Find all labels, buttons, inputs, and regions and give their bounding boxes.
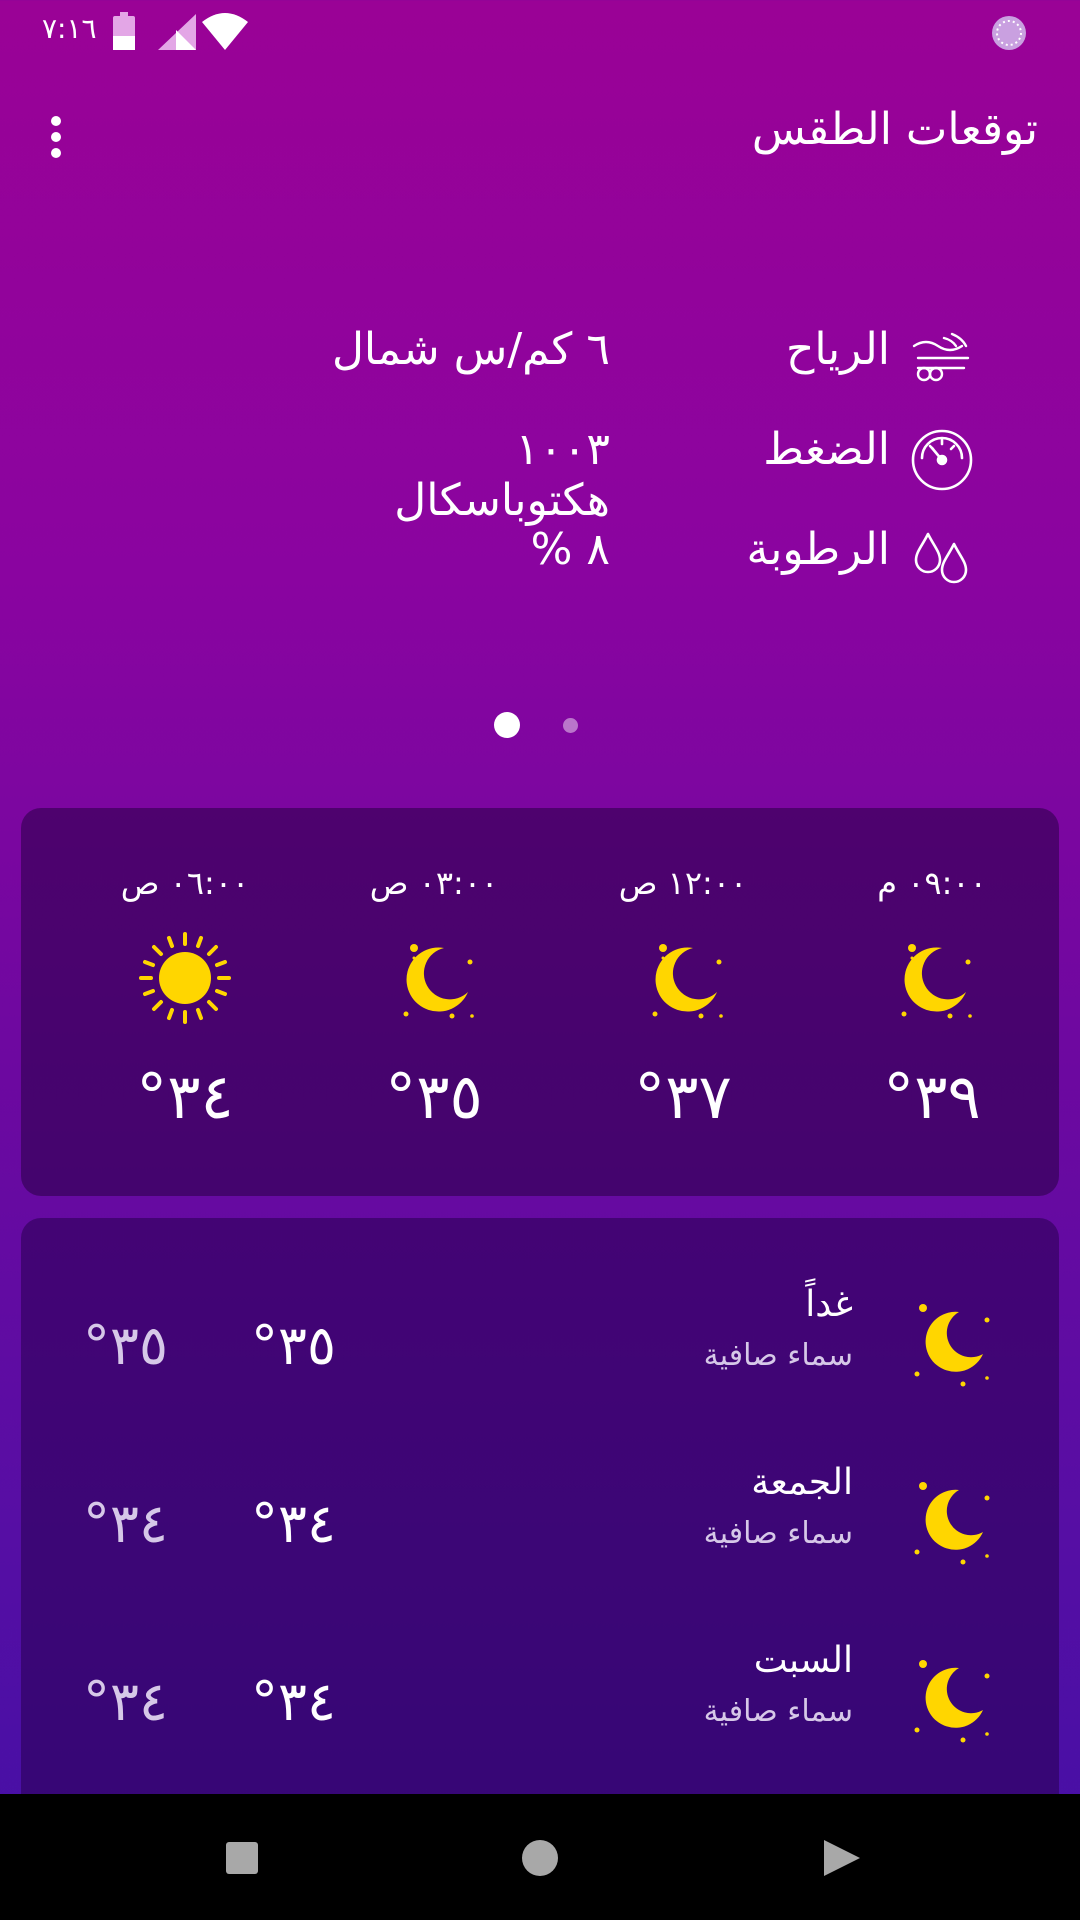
recents-icon[interactable] [222, 1838, 262, 1878]
day-name: الجمعة [751, 1462, 853, 1503]
day-temp-high: ٣٤° [251, 1492, 337, 1555]
detail-row-pressure: الضغط ١٠٠٣ هكتوباسكال [0, 418, 1080, 526]
day-temp-low: ٣٥° [83, 1314, 169, 1377]
hour-time: ٠٣:٠٠ ص [369, 864, 499, 902]
wind-label: الرياح [786, 324, 890, 375]
day-temp-high: ٣٤° [251, 1670, 337, 1733]
hour-temp: ٣٥° [385, 1060, 483, 1133]
hour-temp: ٣٧° [634, 1060, 732, 1133]
hour-temp: ٣٤° [136, 1060, 234, 1133]
moon-icon [914, 1482, 990, 1565]
day-description: سماء صافية [703, 1694, 853, 1729]
humidity-icon [914, 532, 968, 584]
day-temp-low: ٣٤° [83, 1670, 169, 1733]
gauge-icon [911, 429, 973, 491]
day-row-friday[interactable]: الجمعة سماء صافية ٣٤° ٣٤° [21, 1456, 1059, 1606]
hour-column: ٠٦:٠٠ ص ٣٤° [85, 808, 285, 1196]
pressure-label: الضغط [763, 424, 890, 475]
back-icon[interactable] [820, 1836, 864, 1880]
hourly-forecast-card: ٠٦:٠٠ ص ٣٤° ٠٣:٠٠ ص ٣٥° ١٢:٠٠ ص ٣٧° ٠٩:٠… [21, 808, 1059, 1196]
humidity-label: الرطوبة [746, 524, 891, 575]
day-temp-high: ٣٥° [251, 1314, 337, 1377]
hour-column: ١٢:٠٠ ص ٣٧° [583, 808, 783, 1196]
day-name: غداً [805, 1284, 853, 1325]
detail-row-wind: الرياح ٦ كم/س شمال [0, 318, 1080, 398]
moon-icon [901, 944, 972, 1019]
moon-icon [914, 1304, 990, 1387]
battery-icon [113, 12, 135, 50]
day-temp-low: ٣٤° [83, 1492, 169, 1555]
wind-value: ٦ كم/س شمال [331, 324, 610, 375]
moon-icon [652, 944, 723, 1019]
home-icon[interactable] [518, 1836, 562, 1880]
moon-icon [914, 1660, 990, 1743]
moon-icon [403, 944, 474, 1019]
hour-column: ٠٩:٠٠ م ٣٩° [832, 808, 1032, 1196]
hour-time: ٠٦:٠٠ ص [120, 864, 250, 902]
hour-time: ١٢:٠٠ ص [618, 864, 748, 902]
signal-icon [158, 14, 196, 50]
humidity-value: ٨ % [530, 524, 610, 575]
status-bar: ٧:١٦ [0, 0, 1080, 62]
wifi-icon [202, 13, 248, 50]
detail-row-humidity: الرطوبة ٨ % [0, 518, 1080, 598]
page-indicator[interactable] [0, 710, 1080, 740]
pressure-value: ١٠٠٣ هكتوباسكال [394, 424, 610, 526]
navigation-bar [0, 1794, 1080, 1920]
day-description: سماء صافية [703, 1516, 853, 1551]
page-title: توقعات الطقس [751, 104, 1038, 155]
sync-icon [992, 16, 1026, 50]
hour-temp: ٣٩° [883, 1060, 981, 1133]
hour-time: ٠٩:٠٠ م [877, 864, 987, 902]
day-row-saturday[interactable]: السبت سماء صافية ٣٤° ٣٤° [21, 1634, 1059, 1784]
page-dot-active[interactable] [494, 712, 520, 738]
hour-column: ٠٣:٠٠ ص ٣٥° [334, 808, 534, 1196]
day-row-tomorrow[interactable]: غداً سماء صافية ٣٥° ٣٥° [21, 1278, 1059, 1428]
wind-icon [912, 332, 970, 382]
day-description: سماء صافية [703, 1338, 853, 1373]
page-dot[interactable] [563, 718, 578, 733]
day-name: السبت [753, 1640, 853, 1681]
status-time: ٧:١٦ [42, 12, 97, 45]
sun-icon [139, 932, 231, 1024]
more-vert-icon[interactable] [34, 108, 78, 166]
